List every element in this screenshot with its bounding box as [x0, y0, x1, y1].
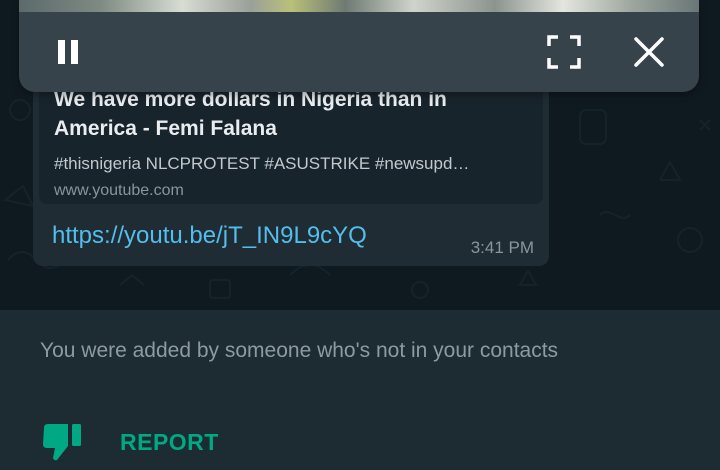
unknown-contact-notice: You were added by someone who's not in y… [40, 339, 559, 362]
close-icon [634, 37, 664, 67]
fullscreen-icon [547, 35, 581, 69]
fullscreen-button[interactable] [546, 34, 582, 70]
link-preview-domain: www.youtube.com [54, 182, 184, 199]
report-label: REPORT [120, 428, 219, 455]
message-link[interactable]: https://youtu.be/jT_IN9L9cYQ [52, 222, 367, 250]
report-button[interactable]: REPORT [40, 420, 240, 464]
link-preview-title: We have more dollars in Nigeria than in … [54, 88, 447, 140]
video-frame [19, 0, 699, 12]
message-bubble[interactable]: We have more dollars in Nigeria than in … [33, 64, 549, 266]
pause-icon [58, 40, 78, 64]
link-preview-card[interactable]: We have more dollars in Nigeria than in … [39, 78, 543, 204]
message-timestamp: 3:41 PM [470, 238, 534, 257]
video-pip-controls[interactable] [19, 0, 699, 92]
link-preview-description: #thisnigeria NLCPROTEST #ASUSTRIKE #news… [54, 154, 470, 173]
pause-button[interactable] [51, 34, 87, 70]
thumbs-down-icon [43, 424, 81, 461]
close-button[interactable] [631, 34, 667, 70]
